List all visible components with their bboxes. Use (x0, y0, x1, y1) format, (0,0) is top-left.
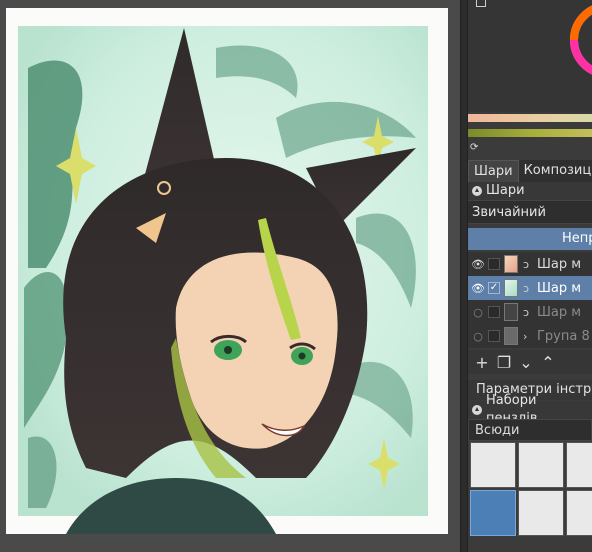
brush-preset-grid (470, 442, 592, 552)
move-up-icon[interactable]: ⌃ (540, 353, 556, 372)
layer-name: Шар м (537, 256, 582, 272)
brush-preset[interactable] (470, 442, 516, 488)
add-layer-icon[interactable]: + (474, 353, 490, 372)
brush-sets-header[interactable]: Набори пензлів (468, 393, 592, 426)
brush-filter-select[interactable]: Всюди (468, 419, 592, 441)
layer-checkbox[interactable] (488, 330, 500, 342)
color-gradient-strip-2[interactable] (468, 129, 592, 137)
layer-thumbnail (504, 303, 518, 321)
layer-checkbox[interactable] (488, 306, 500, 318)
color-selector-panel[interactable] (468, 0, 592, 112)
artwork-illustration (18, 26, 428, 534)
collapse-chevron-icon[interactable] (472, 186, 482, 196)
brush-preset[interactable] (518, 490, 564, 536)
layer-checkbox[interactable]: ✓ (488, 282, 500, 294)
link-icon: ↄ (523, 281, 530, 295)
link-icon: ↄ (523, 305, 530, 319)
dock-splitter[interactable] (460, 0, 468, 552)
canvas-paper[interactable] (6, 8, 448, 534)
layer-thumbnail (504, 279, 518, 297)
tab-compositions[interactable]: Композиці (519, 160, 592, 182)
eye-icon[interactable]: 👁 (468, 282, 488, 295)
layer-name: Шар м (537, 280, 582, 296)
brush-preset[interactable] (566, 442, 592, 488)
expand-icon[interactable]: › (523, 330, 535, 343)
tab-layers[interactable]: Шари (468, 160, 519, 182)
eye-icon[interactable]: 👁 (468, 258, 488, 271)
brush-preset[interactable] (518, 442, 564, 488)
group-thumbnail (504, 327, 518, 345)
collapse-chevron-icon[interactable] (472, 405, 482, 415)
layer-name: Шар м (537, 304, 582, 320)
layer-list: 👁 ↄ Шар м 👁 ✓ ↄ Шар м ○ ↄ Шар м ○ › Груп… (468, 252, 592, 348)
brush-preset[interactable] (566, 490, 592, 536)
canvas-area[interactable] (0, 0, 460, 552)
layer-row[interactable]: 👁 ✓ ↄ Шар м (468, 276, 592, 300)
hidden-eye-icon[interactable]: ○ (468, 306, 488, 319)
layer-checkbox[interactable] (488, 258, 500, 270)
layers-panel-header[interactable]: Шари (468, 182, 592, 200)
layers-panel-title: Шари (486, 183, 525, 198)
link-icon: ↄ (523, 257, 530, 271)
duplicate-icon[interactable]: ❐ (496, 353, 512, 372)
brush-preset-selected[interactable] (470, 490, 516, 536)
panel-menu-icon[interactable] (476, 0, 486, 7)
layer-row[interactable]: ○ › Група 8 (468, 324, 592, 348)
layer-row[interactable]: ○ ↄ Шар м (468, 300, 592, 324)
opacity-slider[interactable]: Непр (468, 228, 592, 250)
blend-mode-select[interactable]: Звичайний (468, 200, 592, 224)
move-down-icon[interactable]: ⌄ (518, 353, 534, 372)
refresh-icon[interactable]: ⟳ (470, 143, 480, 153)
hidden-eye-icon[interactable]: ○ (468, 330, 488, 343)
layer-name: Група 8 (537, 328, 590, 344)
docker-tabs: Шари Композиці (468, 160, 592, 182)
layer-row[interactable]: 👁 ↄ Шар м (468, 252, 592, 276)
right-dock: ⟳ Шари Композиці Шари Звичайний Непр 👁 ↄ… (468, 0, 592, 552)
color-gradient-strip-1[interactable] (468, 114, 592, 122)
layer-toolbar: + ❐ ⌄ ⌃ (468, 350, 592, 374)
color-wheel[interactable] (568, 0, 592, 100)
layer-thumbnail (504, 255, 518, 273)
